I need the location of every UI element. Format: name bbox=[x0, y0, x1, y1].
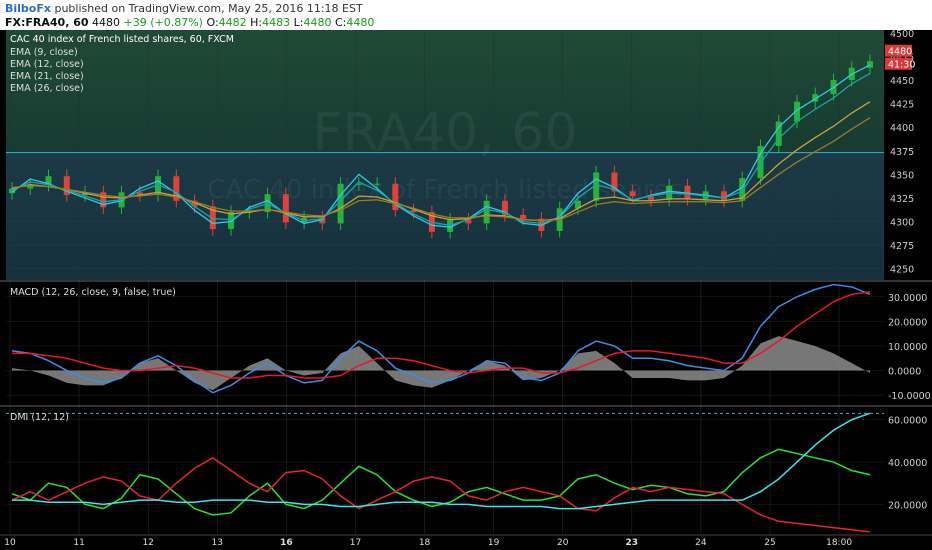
watermark-symbol: FRA40, 60 bbox=[313, 103, 578, 163]
macd-axis-label: 20.0000 bbox=[888, 317, 927, 328]
time-axis-label: 18 bbox=[419, 538, 431, 548]
last-price-badge-text: 4480 bbox=[888, 47, 912, 58]
dmi-axis-label: 20.0000 bbox=[888, 500, 927, 511]
dmi-pane-title: DMI (12, 12) bbox=[10, 412, 69, 423]
time-axis-label: 11 bbox=[73, 538, 84, 548]
time-axis-label: 24 bbox=[695, 538, 707, 548]
macd-axis-label: 0.0000 bbox=[888, 367, 921, 378]
price-axis-label: 4275 bbox=[890, 241, 914, 252]
price-axis-label: 4250 bbox=[890, 265, 914, 276]
candle-body bbox=[483, 200, 490, 224]
watermark-description: CAC 40 index of French listed shares bbox=[207, 175, 682, 205]
time-axis-label: 16 bbox=[280, 538, 293, 548]
candle-body bbox=[867, 61, 873, 68]
time-axis-label: 10 bbox=[4, 538, 16, 548]
price-axis-label: 4450 bbox=[890, 76, 914, 87]
candle-body bbox=[282, 194, 289, 223]
time-axis-label: 18:00 bbox=[826, 538, 852, 548]
countdown-badge-text: 41:30 bbox=[888, 60, 915, 71]
price-axis-label: 4425 bbox=[890, 100, 914, 111]
price-axis-label: 4350 bbox=[890, 170, 914, 181]
chart-canvas[interactable]: FRA40, 60 CAC 40 index of French listed s… bbox=[0, 0, 932, 550]
macd-axis-label: -10.0000 bbox=[888, 391, 931, 402]
macd-axis-label: 10.0000 bbox=[888, 342, 927, 353]
candle-body bbox=[684, 185, 691, 199]
price-axis-label: 4375 bbox=[890, 147, 914, 158]
ema-legend-item: EMA (12, close) bbox=[10, 59, 84, 70]
candle-body bbox=[374, 183, 381, 185]
time-axis-label: 19 bbox=[488, 538, 500, 548]
time-axis-label: 12 bbox=[142, 538, 153, 548]
price-axis-label: 4300 bbox=[890, 218, 914, 229]
price-axis-label: 4400 bbox=[890, 123, 914, 134]
candle-body bbox=[520, 214, 527, 219]
chart-screenshot: BilboFx published on TradingView.com, Ma… bbox=[0, 0, 932, 550]
dmi-axis-label: 60.0000 bbox=[888, 416, 927, 427]
ema-legend-item: EMA (26, close) bbox=[10, 83, 84, 94]
time-axis-label: 25 bbox=[764, 538, 775, 548]
price-axis-label: 4325 bbox=[890, 194, 914, 205]
ema-legend-item: EMA (9, close) bbox=[10, 47, 78, 58]
time-axis-label: 17 bbox=[350, 538, 361, 548]
dmi-axis-label: 40.0000 bbox=[888, 458, 927, 469]
time-axis-label: 20 bbox=[557, 538, 569, 548]
price-axis-label: 4500 bbox=[890, 29, 914, 40]
candle-body bbox=[629, 191, 636, 197]
macd-axis-label: 30.0000 bbox=[888, 293, 927, 304]
time-axis-label: 13 bbox=[212, 538, 223, 548]
ema-legend-item: EMA (21, close) bbox=[10, 71, 84, 82]
macd-pane-title: MACD (12, 26, close, 9, false, true) bbox=[10, 287, 176, 298]
time-axis-label: 23 bbox=[626, 538, 639, 548]
price-pane-title: CAC 40 index of French listed shares, 60… bbox=[10, 34, 234, 45]
